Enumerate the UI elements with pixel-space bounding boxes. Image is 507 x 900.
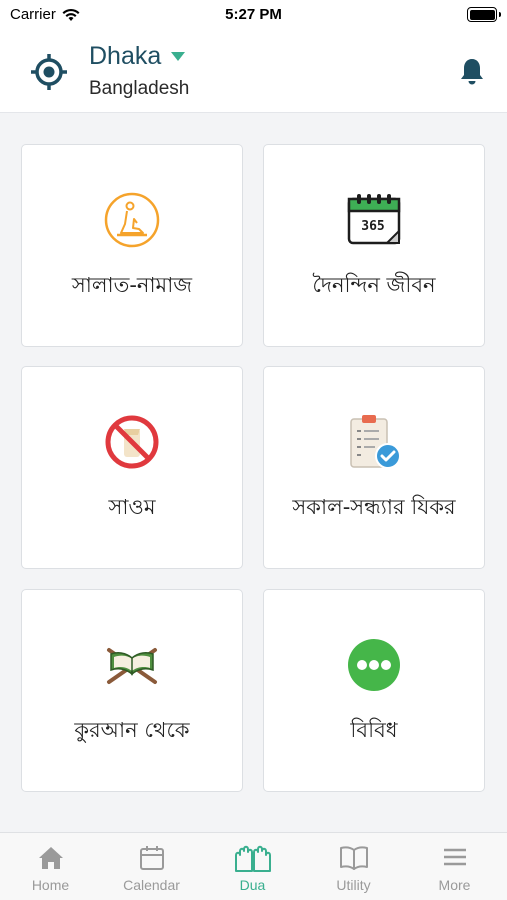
category-card-morning-evening-dhikr[interactable]: সকাল-সন্ধ্যার যিকর <box>263 366 485 569</box>
tab-dua[interactable]: Dua <box>202 833 303 900</box>
tab-more[interactable]: More <box>404 833 505 900</box>
tab-label: Home <box>31 877 70 893</box>
battery-icon <box>467 7 501 22</box>
category-card-miscellaneous[interactable]: বিবিধ <box>263 589 485 792</box>
category-label: কুরআন থেকে <box>74 718 190 742</box>
country-name: Bangladesh <box>89 78 190 99</box>
category-card-quran[interactable]: কুরআন থেকে <box>21 589 243 792</box>
dua-hands-icon <box>234 845 271 872</box>
prayer-person-icon <box>104 192 160 248</box>
category-label: সালাত-নামাজ <box>71 273 193 297</box>
quran-book-icon <box>107 648 157 684</box>
status-bar: Carrier 5:27 PM <box>0 0 507 32</box>
bottom-tab-bar: Home Calendar Dua Utility More <box>0 832 507 900</box>
location-target-icon[interactable] <box>29 52 69 92</box>
location-header: Dhaka Bangladesh <box>0 32 507 113</box>
home-icon <box>38 847 63 869</box>
no-food-icon <box>105 415 159 469</box>
category-label: সকাল-সন্ধ্যার যিকর <box>292 495 456 519</box>
tab-label: Dua <box>239 877 266 893</box>
tab-calendar[interactable]: Calendar <box>101 833 202 900</box>
city-name: Dhaka <box>89 42 162 70</box>
tab-utility[interactable]: Utility <box>303 833 404 900</box>
calendar-icon <box>139 846 164 870</box>
tab-label: More <box>438 877 471 893</box>
category-label: সাওম <box>108 495 156 519</box>
book-icon <box>339 846 368 870</box>
tab-label: Calendar <box>123 877 180 893</box>
category-card-sawm[interactable]: সাওম <box>21 366 243 569</box>
category-card-salat[interactable]: সালাত-নামাজ <box>21 144 243 347</box>
category-card-daily-life[interactable]: 365 দৈনন্দিন জীবন <box>263 144 485 347</box>
category-label: দৈনন্দিন জীবন <box>312 273 436 297</box>
status-time: 5:27 PM <box>225 6 282 23</box>
more-dots-icon <box>348 639 400 691</box>
tab-label: Utility <box>336 877 371 893</box>
calendar-365-icon: 365 <box>347 194 401 245</box>
menu-icon <box>443 848 466 866</box>
tab-home[interactable]: Home <box>0 833 101 900</box>
city-selector[interactable]: Dhaka <box>89 42 186 71</box>
bell-icon[interactable] <box>459 57 485 85</box>
caret-down-icon <box>171 52 186 61</box>
checklist-icon <box>350 415 401 469</box>
category-label: বিবিধ <box>350 718 398 742</box>
svg-text:365: 365 <box>361 219 384 234</box>
